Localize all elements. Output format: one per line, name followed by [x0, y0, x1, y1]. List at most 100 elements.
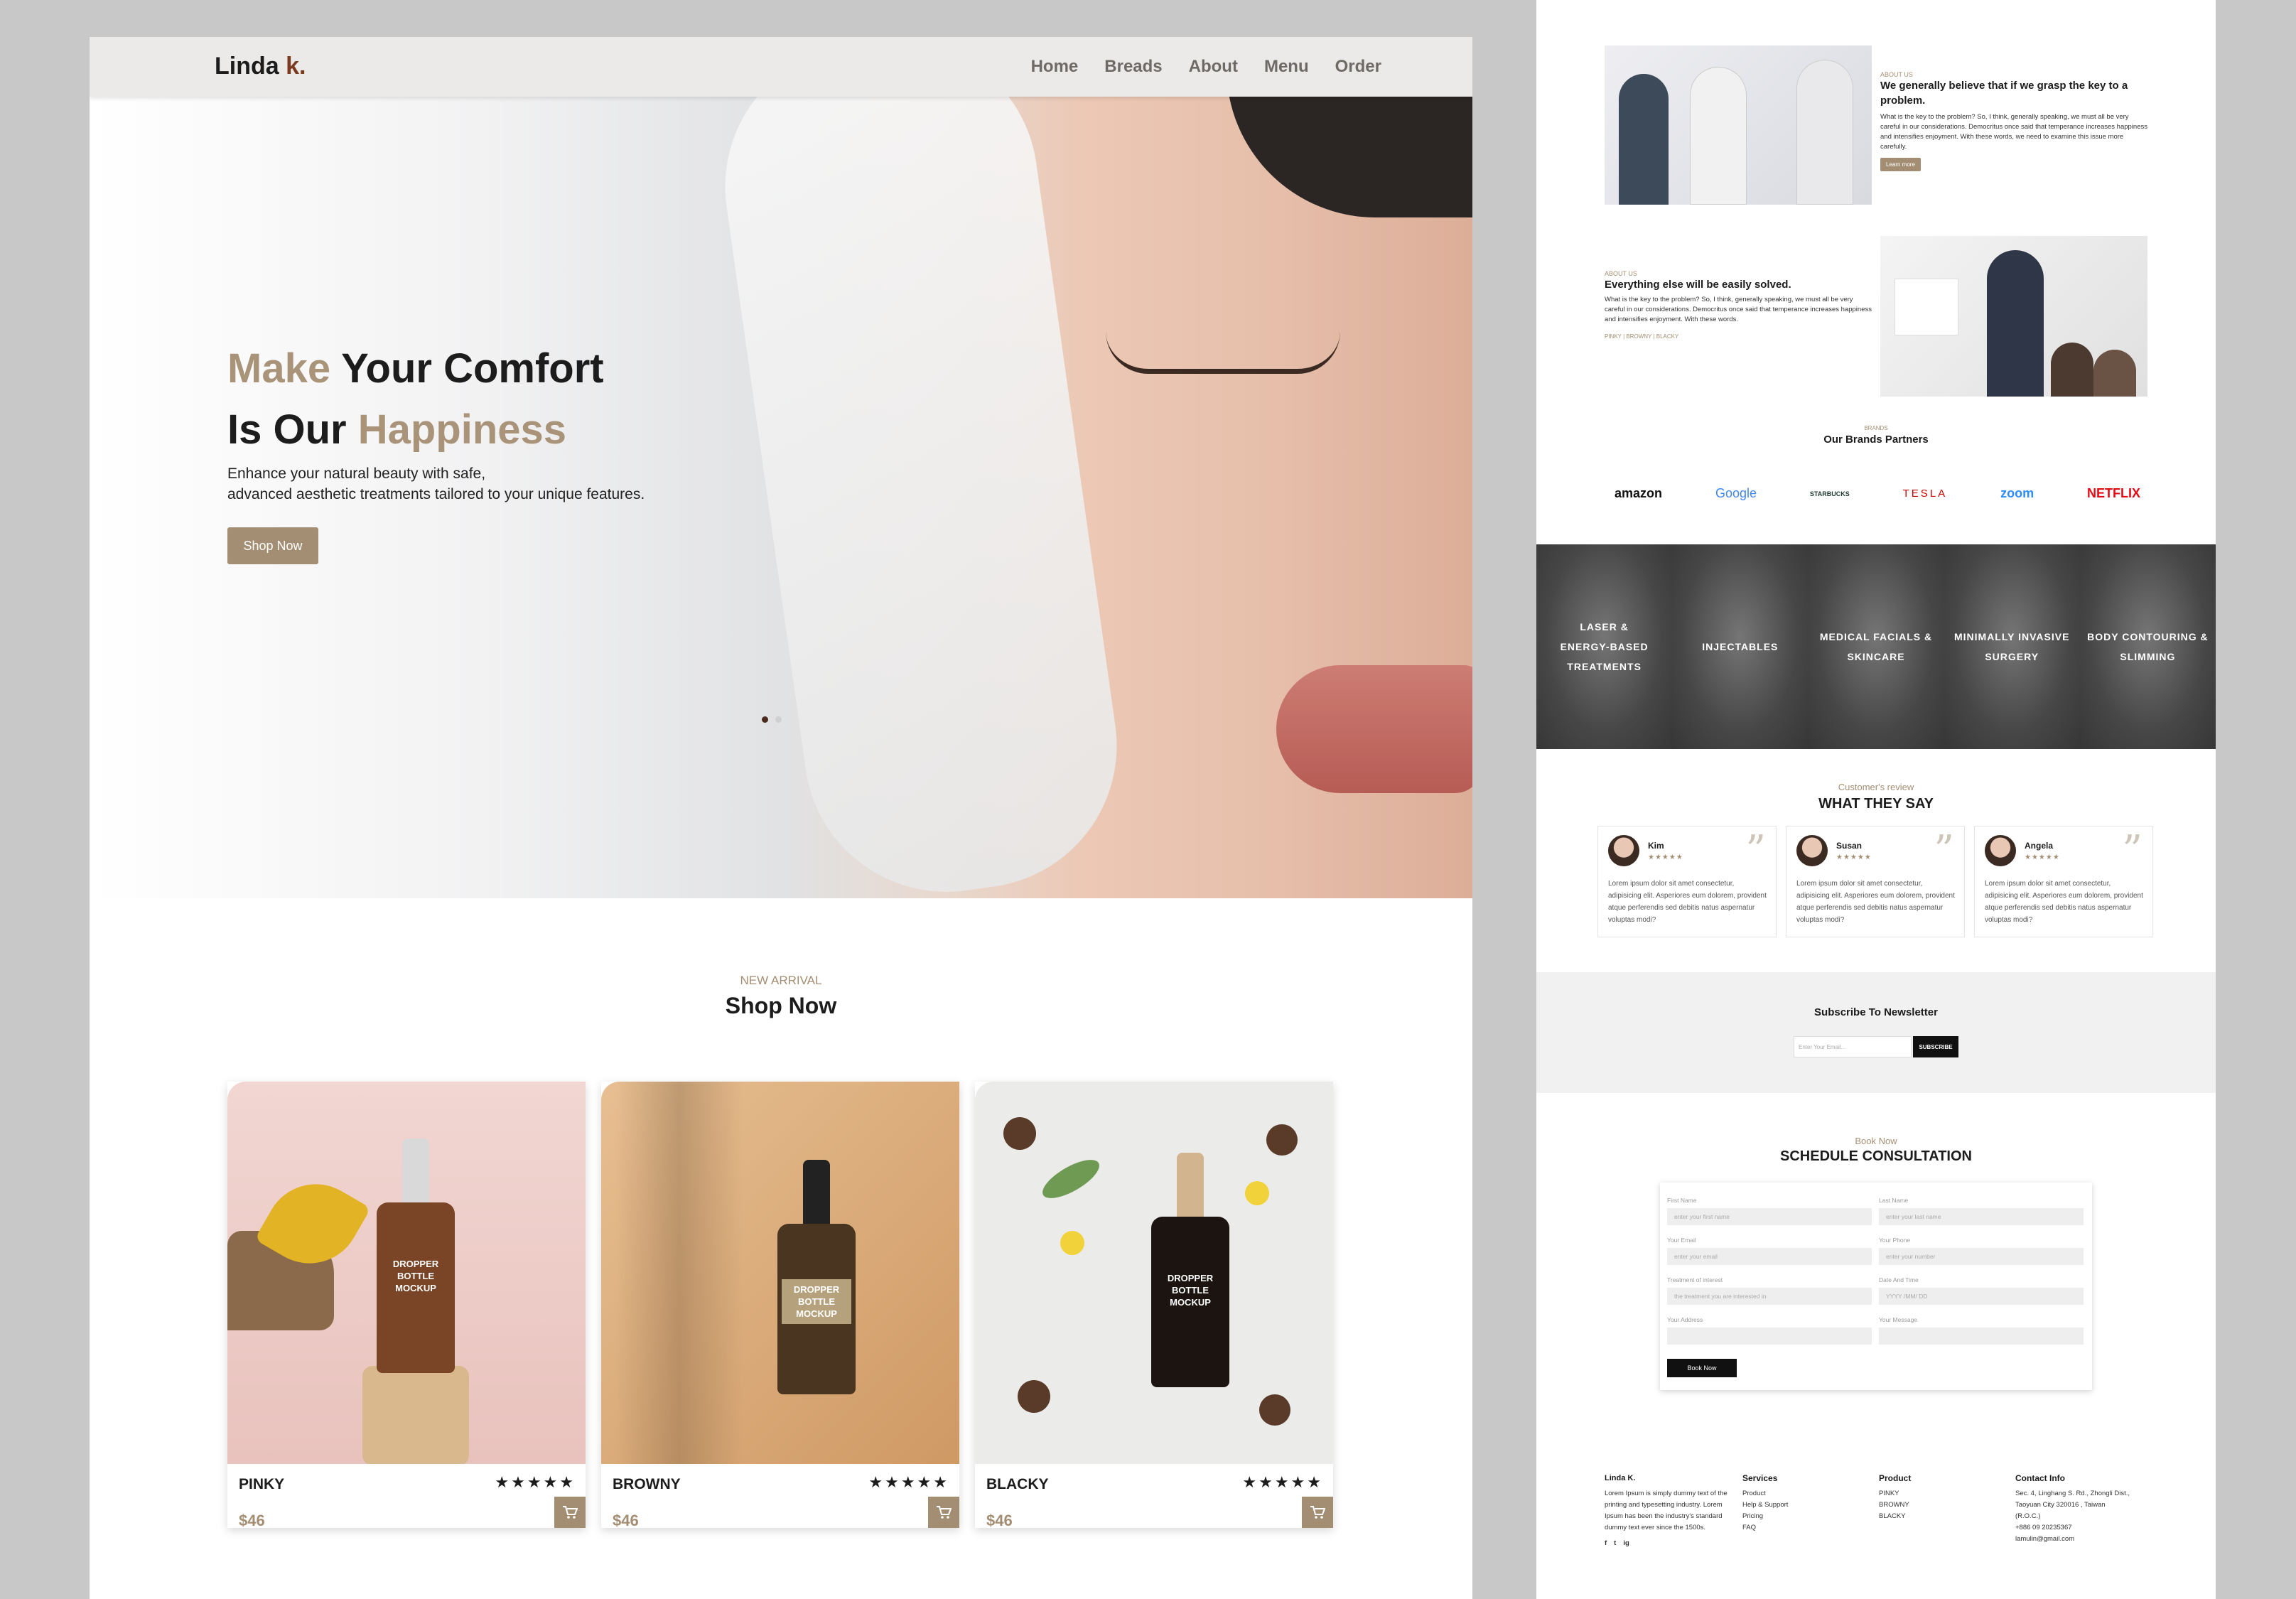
service-laser[interactable]: LASER & ENERGY-BASED TREATMENTS — [1536, 544, 1673, 749]
book-now-button[interactable]: Book Now — [1667, 1359, 1737, 1377]
cart-icon — [1310, 1506, 1325, 1519]
service-surgery[interactable]: MINIMALLY INVASIVE SURGERY — [1944, 544, 2081, 749]
brand-starbucks[interactable]: STARBUCKS — [1810, 490, 1850, 497]
email-input[interactable]: enter your email — [1667, 1248, 1872, 1265]
address-input[interactable] — [1667, 1328, 1872, 1345]
brand-amazon[interactable]: amazon — [1615, 486, 1662, 501]
service-label: TREATMENTS — [1567, 661, 1642, 672]
add-to-cart-button[interactable] — [928, 1497, 959, 1528]
phone-input[interactable]: enter your number — [1879, 1248, 2084, 1265]
newsletter-email-input[interactable]: Enter Your Email... — [1794, 1036, 1912, 1057]
hero-title-accent-1: Make — [227, 345, 331, 392]
logo[interactable]: Linda k. — [215, 53, 306, 80]
nav-menu[interactable]: Menu — [1264, 57, 1309, 77]
footer-link[interactable]: Help & Support — [1742, 1500, 1870, 1511]
flower-shape — [1245, 1181, 1269, 1205]
field-label: Your Message — [1879, 1316, 1918, 1323]
service-injectables[interactable]: INJECTABLES — [1672, 544, 1809, 749]
address-field: Your Address — [1667, 1316, 1872, 1345]
brand-google[interactable]: Google — [1715, 486, 1757, 501]
avatar — [1608, 835, 1639, 866]
landing-page: Linda k. Home Breads About Menu Order Ma… — [90, 37, 1472, 1599]
hero-photo-hair — [1227, 97, 1472, 217]
nav-breads[interactable]: Breads — [1104, 57, 1162, 77]
field-label: Last Name — [1879, 1197, 1909, 1204]
person-shape — [1619, 74, 1669, 205]
product-price: $46 — [239, 1512, 265, 1529]
brand-tesla[interactable]: TESLA — [1903, 488, 1948, 500]
footer-contact-column: Contact Info Sec. 4, Linghang S. Rd., Zh… — [2015, 1473, 2143, 1545]
message-input[interactable] — [1879, 1328, 2084, 1345]
hero-shop-now-button[interactable]: Shop Now — [227, 527, 318, 564]
footer-brand-text: Lorem Ipsum is simply dummy text of the … — [1605, 1490, 1728, 1531]
footer-link[interactable]: FAQ — [1742, 1522, 1870, 1534]
service-label: MEDICAL FACIALS & — [1819, 631, 1933, 642]
product-card-blacky[interactable]: DROPPER BOTTLE MOCKUP BLACKY ★★★★★ $46 — [975, 1082, 1333, 1529]
services-strip: LASER & ENERGY-BASED TREATMENTS INJECTABLE… — [1536, 544, 2216, 749]
bottle-label: DROPPER BOTTLE MOCKUP — [1167, 1273, 1214, 1308]
footer-logo[interactable]: Linda K. — [1605, 1473, 1732, 1484]
footer-link[interactable]: BROWNY — [1879, 1500, 2007, 1511]
footer-email[interactable]: lamulin@gmail.com — [2015, 1534, 2143, 1545]
service-label: MINIMALLY INVASIVE — [1953, 631, 2070, 642]
facebook-icon[interactable]: f — [1605, 1538, 1607, 1549]
logo-text: Linda — [215, 53, 286, 80]
carousel-dot-2[interactable] — [775, 716, 782, 723]
product-name: BLACKY — [986, 1476, 1049, 1492]
person-shape — [1796, 60, 1853, 205]
nav-about[interactable]: About — [1189, 57, 1238, 77]
date-input[interactable]: YYYY /MM/ DD — [1879, 1288, 2084, 1305]
bottle-cap — [1177, 1153, 1204, 1217]
instagram-icon[interactable]: ig — [1623, 1538, 1629, 1549]
treatment-field: Treatment of interest the treatment you a… — [1667, 1276, 1872, 1305]
brand-logos: amazon Google STARBUCKS TESLA zoom NETFL… — [1615, 486, 2140, 501]
field-label: Your Email — [1667, 1237, 1696, 1244]
nut-shape — [1266, 1124, 1298, 1156]
footer-link[interactable]: BLACKY — [1879, 1511, 2007, 1522]
treatment-input[interactable]: the treatment you are interested in — [1667, 1288, 1872, 1305]
person-shape — [2051, 343, 2093, 397]
dropper-bottle: DROPPER BOTTLE MOCKUP — [1151, 1153, 1229, 1387]
service-body-contouring[interactable]: BODY CONTOURING & SLIMMING — [2079, 544, 2216, 749]
nav-home[interactable]: Home — [1031, 57, 1079, 77]
hero-photo-eye — [1106, 331, 1340, 374]
twitter-icon[interactable]: t — [1614, 1538, 1616, 1549]
shop-title: Shop Now — [725, 993, 837, 1018]
hero-photo-glove — [706, 97, 1136, 898]
last-name-input[interactable]: enter your last name — [1879, 1208, 2084, 1225]
review-text: Lorem ipsum dolor sit amet consectetur, … — [1796, 880, 1955, 924]
add-to-cart-button[interactable] — [554, 1497, 586, 1528]
review-text: Lorem ipsum dolor sit amet consectetur, … — [1985, 880, 2143, 924]
product-card-pinky[interactable]: DROPPER BOTTLE MOCKUP PINKY ★★★★★ $46 — [227, 1082, 586, 1529]
quote-icon: ” — [2122, 827, 2143, 873]
service-label: ENERGY-BASED — [1560, 641, 1649, 652]
reviewer-name: Angela — [2025, 841, 2054, 851]
product-name: PINKY — [239, 1476, 285, 1492]
footer-phone[interactable]: +886 09 20235367 — [2015, 1522, 2143, 1534]
avatar — [1796, 835, 1828, 866]
review-text: Lorem ipsum dolor sit amet consectetur, … — [1608, 880, 1767, 924]
footer-address: (R.O.C.) — [2015, 1512, 2041, 1520]
first-name-field: First Name enter your first name — [1667, 1197, 1872, 1225]
whiteboard-shape — [1895, 279, 1958, 335]
bottle-cap — [803, 1160, 830, 1224]
add-to-cart-button[interactable] — [1302, 1497, 1333, 1528]
field-label: Date And Time — [1879, 1276, 1919, 1283]
subscribe-button[interactable]: SUBSCRIBE — [1913, 1036, 1958, 1057]
brand-netflix[interactable]: NETFLIX — [2087, 486, 2140, 501]
brand-zoom[interactable]: zoom — [2000, 486, 2034, 501]
email-field: Your Email enter your email — [1667, 1237, 1872, 1265]
product-card-browny[interactable]: DROPPER BOTTLE MOCKUP BROWNY ★★★★★ $46 — [601, 1082, 959, 1529]
learn-more-button[interactable]: Learn more — [1880, 158, 1921, 171]
footer-link[interactable]: Product — [1742, 1488, 1870, 1500]
consultation-form: First Name enter your first name Last Nam… — [1660, 1183, 2092, 1390]
footer-link[interactable]: PINKY — [1879, 1488, 2007, 1500]
booking-title: SCHEDULE CONSULTATION — [1780, 1148, 1972, 1164]
review-stars: ★★★★★ — [2025, 854, 2060, 861]
nav-order[interactable]: Order — [1335, 57, 1381, 77]
carousel-dot-1[interactable] — [762, 716, 768, 723]
footer-link[interactable]: Pricing — [1742, 1511, 1870, 1522]
first-name-input[interactable]: enter your first name — [1667, 1208, 1872, 1225]
service-facials[interactable]: MEDICAL FACIALS & SKINCARE — [1808, 544, 1944, 749]
service-label: SLIMMING — [2120, 651, 2176, 662]
